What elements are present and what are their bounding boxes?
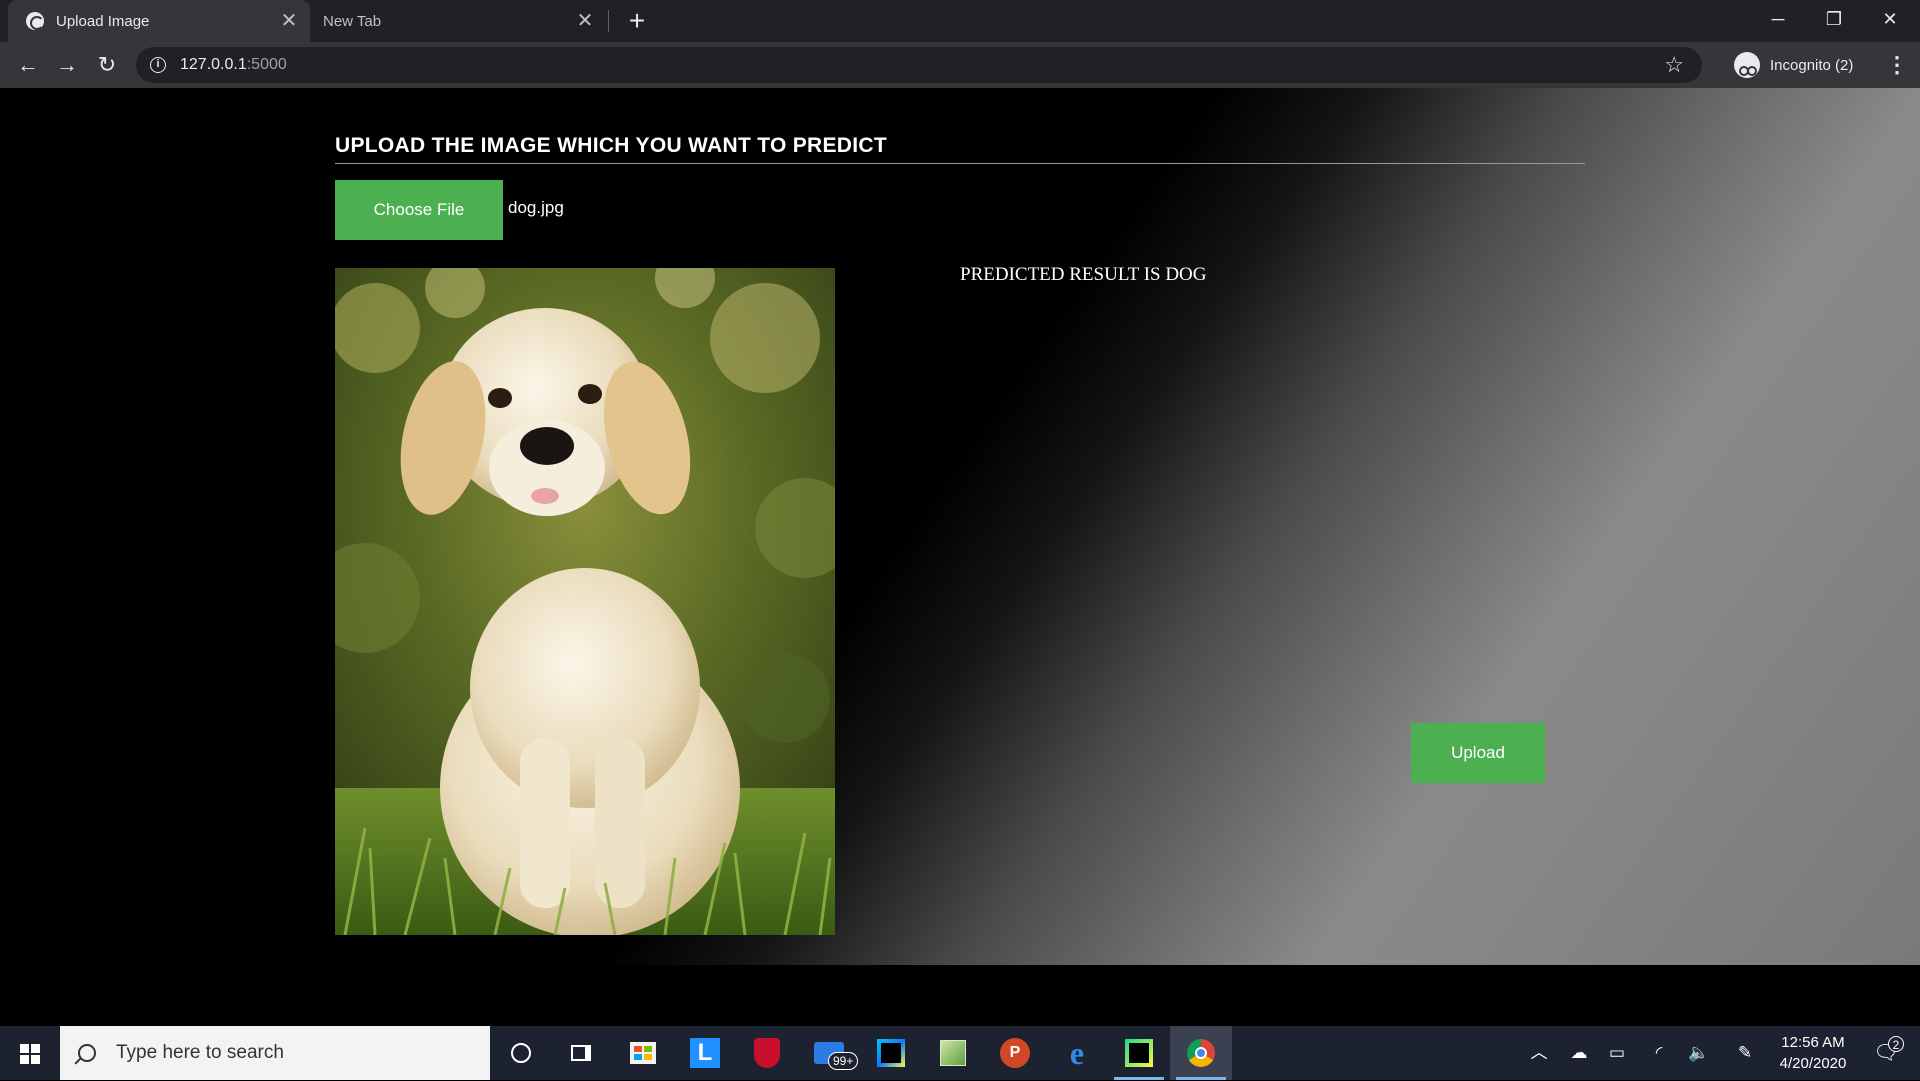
pycharm-icon[interactable] bbox=[1108, 1026, 1170, 1080]
windows-start-button[interactable] bbox=[0, 1026, 60, 1080]
search-placeholder: Type here to search bbox=[116, 1042, 284, 1063]
taskbar-search-box[interactable]: Type here to search bbox=[60, 1026, 490, 1080]
address-bar[interactable]: i 127.0.0.1:5000 ☆ bbox=[136, 47, 1702, 83]
cortana-icon[interactable] bbox=[490, 1026, 552, 1080]
browser-toolbar: ← → ↻ i 127.0.0.1:5000 ☆ Incognito (2) ⋮ bbox=[0, 42, 1920, 88]
prediction-result: PREDICTED RESULT IS DOG bbox=[960, 264, 1207, 285]
restore-button[interactable]: ❐ bbox=[1806, 0, 1862, 38]
page-title: UPLOAD THE IMAGE WHICH YOU WANT TO PREDI… bbox=[335, 134, 887, 157]
powerpoint-icon[interactable]: P bbox=[984, 1026, 1046, 1080]
profile-label: Incognito (2) bbox=[1770, 56, 1854, 74]
globe-icon bbox=[26, 12, 44, 30]
notification-count: 2 bbox=[1888, 1036, 1904, 1052]
task-view-icon[interactable] bbox=[550, 1026, 612, 1080]
url-host: 127.0.0.1 bbox=[180, 56, 247, 73]
windows-taskbar: Type here to search L 99+ P e ︿ ☁ ▭ ◜ 🔈 … bbox=[0, 1026, 1920, 1080]
edge-icon[interactable]: e bbox=[1046, 1026, 1108, 1080]
pen-workspace-icon[interactable]: ✎ bbox=[1732, 1026, 1758, 1080]
browser-menu-icon[interactable]: ⋮ bbox=[1886, 49, 1908, 81]
image-editor-icon[interactable] bbox=[922, 1026, 984, 1080]
mail-badge: 99+ bbox=[828, 1052, 859, 1070]
l-app-icon[interactable]: L bbox=[674, 1026, 736, 1080]
close-window-button[interactable]: ✕ bbox=[1862, 0, 1918, 38]
search-icon bbox=[78, 1044, 96, 1062]
system-clock[interactable]: 12:56 AM 4/20/2020 bbox=[1768, 1032, 1858, 1074]
tab-strip: Upload Image ✕ New Tab ✕ + ─ ❐ ✕ bbox=[0, 0, 1920, 42]
show-hidden-icons[interactable]: ︿ bbox=[1526, 1026, 1552, 1080]
chrome-icon[interactable] bbox=[1170, 1026, 1232, 1080]
forward-button[interactable]: → bbox=[51, 49, 83, 81]
battery-icon[interactable]: ▭ bbox=[1604, 1026, 1630, 1080]
mcafee-icon[interactable] bbox=[736, 1026, 798, 1080]
clock-time: 12:56 AM bbox=[1781, 1034, 1845, 1051]
incognito-icon bbox=[1734, 52, 1760, 78]
upload-button[interactable]: Upload bbox=[1411, 723, 1545, 783]
tab-divider bbox=[608, 10, 609, 32]
info-icon[interactable]: i bbox=[150, 57, 166, 73]
bookmark-star-icon[interactable]: ☆ bbox=[1664, 52, 1684, 78]
selected-file-name: dog.jpg bbox=[508, 198, 564, 217]
page-content: UPLOAD THE IMAGE WHICH YOU WANT TO PREDI… bbox=[0, 88, 1920, 965]
tab-new-tab[interactable]: New Tab ✕ bbox=[312, 0, 606, 42]
onedrive-icon[interactable]: ☁ bbox=[1566, 1026, 1592, 1080]
dog-photo bbox=[335, 268, 835, 935]
tab-upload-image[interactable]: Upload Image ✕ bbox=[8, 0, 310, 42]
tab-title: New Tab bbox=[323, 12, 382, 30]
back-button[interactable]: ← bbox=[12, 49, 44, 81]
tab-title: Upload Image bbox=[56, 12, 150, 30]
reload-button[interactable]: ↻ bbox=[91, 49, 123, 81]
volume-icon[interactable]: 🔈 bbox=[1686, 1026, 1712, 1080]
close-tab-icon[interactable]: ✕ bbox=[574, 10, 596, 32]
wifi-icon[interactable]: ◜ bbox=[1646, 1026, 1672, 1080]
webstorm-icon[interactable] bbox=[860, 1026, 922, 1080]
minimize-button[interactable]: ─ bbox=[1750, 0, 1806, 38]
uploaded-image-preview bbox=[335, 268, 835, 935]
choose-file-button[interactable]: Choose File bbox=[335, 180, 503, 240]
incognito-profile-button[interactable]: Incognito (2) bbox=[1726, 48, 1865, 82]
mail-icon[interactable]: 99+ bbox=[798, 1026, 860, 1080]
close-tab-icon[interactable]: ✕ bbox=[278, 10, 300, 32]
title-divider bbox=[335, 163, 1585, 164]
new-tab-button[interactable]: + bbox=[622, 6, 652, 36]
url-port: :5000 bbox=[246, 56, 287, 73]
store-icon[interactable] bbox=[612, 1026, 674, 1080]
clock-date: 4/20/2020 bbox=[1779, 1055, 1847, 1072]
notification-center-icon[interactable]: 🗨 2 bbox=[1866, 1026, 1906, 1080]
